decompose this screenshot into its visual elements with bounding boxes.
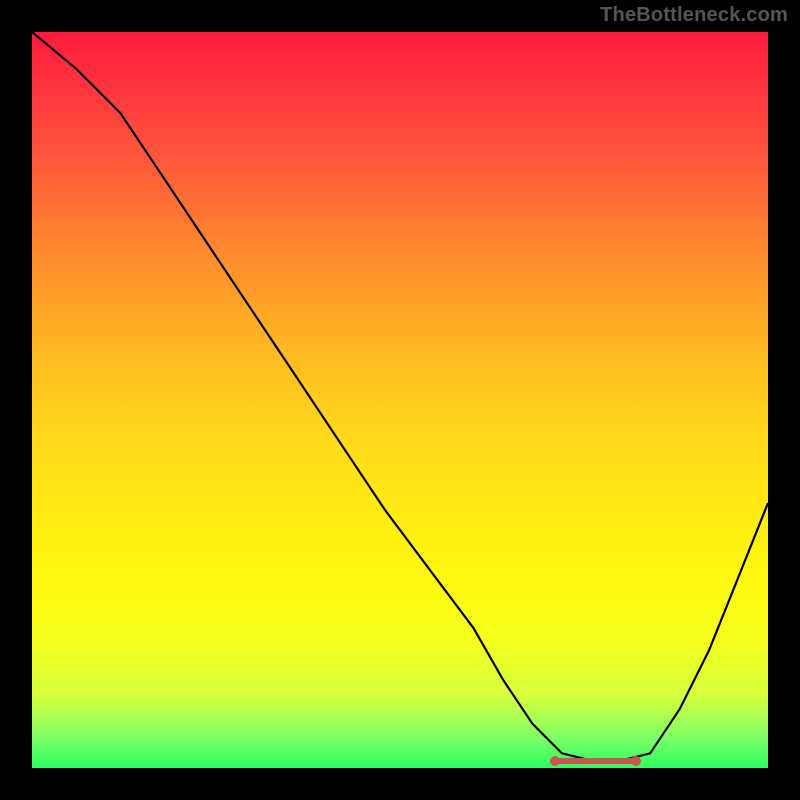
watermark-text: TheBottleneck.com [600, 4, 788, 27]
main-curve [32, 32, 768, 761]
curve-svg [32, 32, 768, 768]
highlight-bar [555, 758, 636, 764]
highlight-endpoint-left [550, 756, 560, 766]
chart-plot-area [32, 32, 768, 768]
highlight-endpoint-right [631, 756, 641, 766]
